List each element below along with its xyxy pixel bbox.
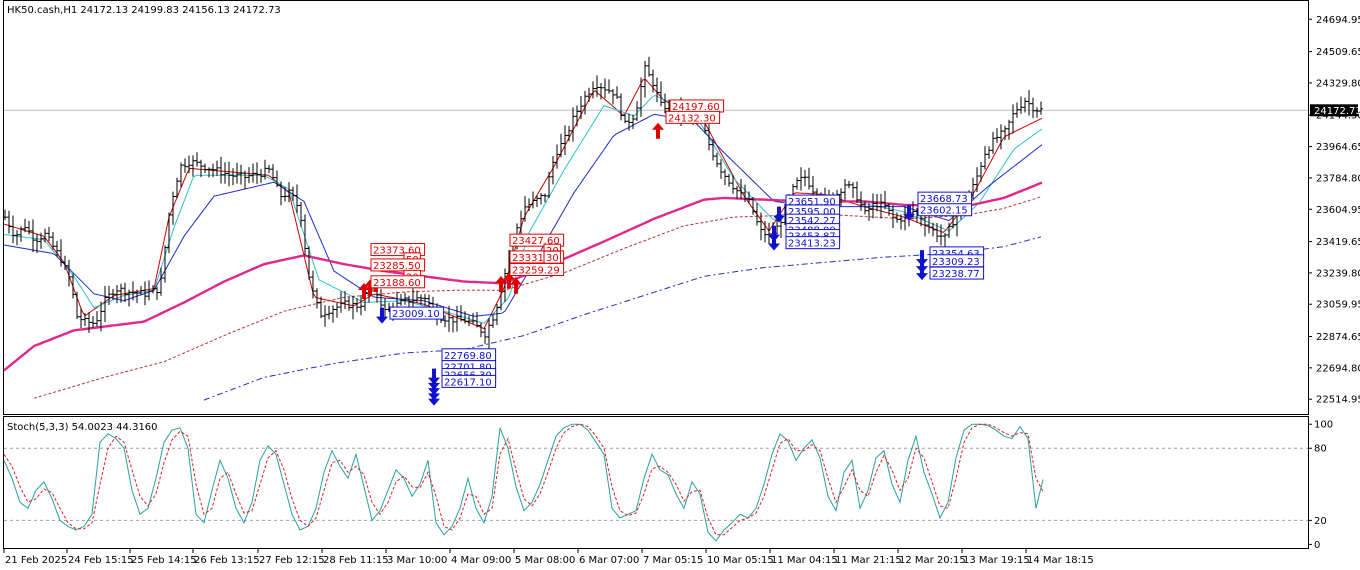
- signal-label: 23413.23: [788, 239, 836, 250]
- signal-label: 22617.10: [444, 377, 492, 388]
- stoch-title: Stoch(5,3,3) 54.0023 44.3160: [7, 422, 158, 433]
- time-tick-label: 4 Mar 09:00: [451, 555, 511, 566]
- current-price-label: 24172.73: [1314, 106, 1360, 117]
- signal-label: 24132.30: [668, 113, 716, 124]
- stoch-tick-label: 100: [1314, 420, 1333, 431]
- stoch-tick-label: 80: [1314, 444, 1327, 455]
- time-tick-label: 7 Mar 05:15: [643, 555, 703, 566]
- time-tick-label: 25 Feb 14:15: [131, 555, 197, 566]
- price-tick-label: 23059.95: [1316, 300, 1360, 311]
- price-tick-label: 24329.80: [1316, 78, 1360, 89]
- time-tick-label: 6 Mar 07:00: [579, 555, 639, 566]
- signal-label: 23309.23: [932, 257, 980, 268]
- signal-label: 23009.10: [392, 309, 440, 320]
- price-tick-label: 23784.80: [1316, 173, 1360, 184]
- stoch-tick-label: 0: [1314, 540, 1320, 551]
- time-tick-label: 27 Feb 12:15: [259, 555, 325, 566]
- signal-label: 23602.15: [920, 206, 968, 217]
- time-tick-label: 13 Mar 19:15: [963, 555, 1030, 566]
- time-tick-label: 3 Mar 10:00: [387, 555, 447, 566]
- time-tick-label: 11 Mar 04:15: [771, 555, 838, 566]
- time-tick-label: 14 Mar 18:15: [1027, 555, 1094, 566]
- time-tick-label: 26 Feb 13:15: [194, 555, 260, 566]
- time-tick-label: 12 Mar 20:15: [899, 555, 966, 566]
- price-tick-label: 24509.65: [1316, 47, 1360, 58]
- price-tick-label: 23239.80: [1316, 268, 1360, 279]
- signal-label: 30: [546, 253, 559, 264]
- time-tick-label: 24 Feb 15:15: [68, 555, 134, 566]
- chart-title: HK50.cash,H1 24172.13 24199.83 24156.13 …: [7, 5, 281, 16]
- signal-label: 23188.60: [373, 278, 421, 289]
- time-tick-label: 11 Mar 21:15: [835, 555, 902, 566]
- time-tick-label: 21 Feb 2025: [5, 555, 67, 566]
- price-tick-label: 22694.80: [1316, 363, 1360, 374]
- price-tick-label: 24694.95: [1316, 15, 1360, 26]
- time-tick-label: 10 Mar 05:15: [707, 555, 774, 566]
- signal-label: 23259.29: [512, 265, 560, 276]
- signal-label: 23238.77: [932, 269, 980, 280]
- price-tick-label: 22874.65: [1316, 332, 1360, 343]
- price-tick-label: 23419.65: [1316, 237, 1360, 248]
- price-tick-label: 22514.95: [1316, 395, 1360, 406]
- stoch-panel-frame: [3, 416, 1309, 549]
- price-tick-label: 23964.65: [1316, 142, 1360, 153]
- time-tick-label: 28 Feb 11:15: [323, 555, 389, 566]
- time-tick-label: 5 Mar 08:00: [515, 555, 575, 566]
- trading-chart[interactable]: 23373.605023285.502023188.6023427.602023…: [0, 0, 1360, 570]
- main-chart-frame: [3, 0, 1309, 415]
- price-tick-label: 23604.95: [1316, 205, 1360, 216]
- stoch-tick-label: 20: [1314, 516, 1327, 527]
